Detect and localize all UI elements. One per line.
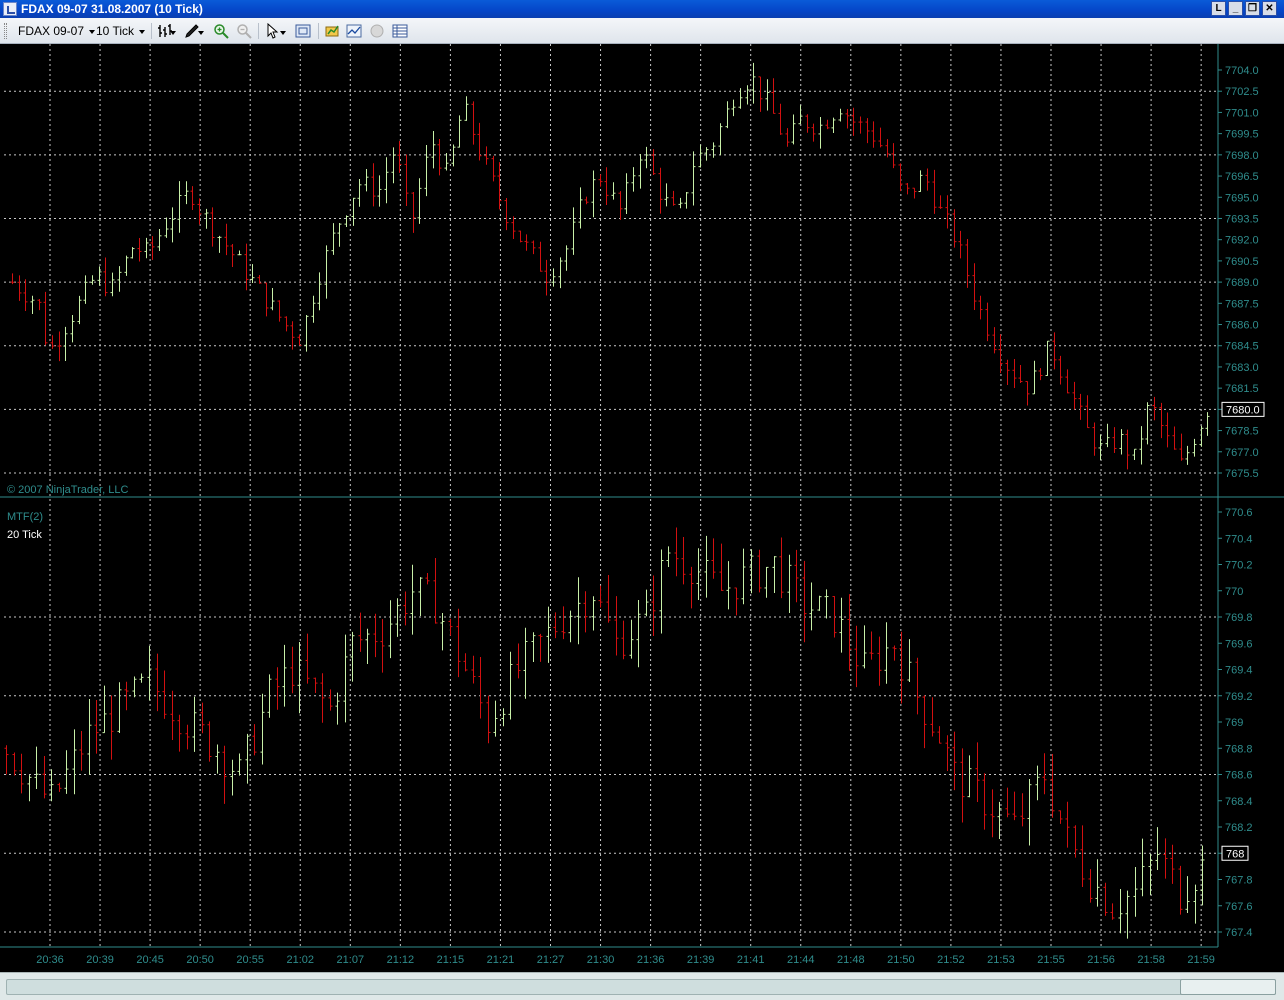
x-tick-label: 21:55: [1037, 954, 1065, 966]
restore-button[interactable]: ❐: [1245, 1, 1260, 16]
snapshot-icon[interactable]: [295, 23, 311, 39]
last-value-label: 768: [1226, 848, 1244, 860]
toolbar-divider: [258, 23, 259, 39]
y-tick-label: 770.6: [1225, 507, 1253, 519]
last-price-label: 7680.0: [1226, 404, 1260, 416]
instrument-selector[interactable]: FDAX 09-07: [18, 22, 96, 40]
x-tick-label: 20:36: [36, 954, 64, 966]
close-button[interactable]: ✕: [1262, 1, 1277, 16]
x-tick-label: 21:27: [537, 954, 565, 966]
instrument-label: FDAX 09-07: [18, 24, 85, 38]
y-tick-label: 770.2: [1225, 560, 1253, 572]
chart-toolbar: FDAX 09-07 10 Tick: [0, 18, 1284, 44]
chevron-down-icon[interactable]: [170, 31, 176, 35]
x-tick-label: 20:39: [86, 954, 114, 966]
toolbar-divider: [151, 23, 152, 39]
horizontal-scrollbar[interactable]: [0, 972, 1284, 1000]
chevron-down-icon[interactable]: [198, 31, 204, 35]
y-tick-label: 7704.0: [1225, 65, 1259, 77]
x-tick-label: 21:48: [837, 954, 865, 966]
y-tick-label: 7678.5: [1225, 426, 1259, 438]
y-tick-label: 767.8: [1225, 875, 1253, 887]
y-tick-label: 767.4: [1225, 927, 1253, 939]
y-tick-label: 770.4: [1225, 533, 1253, 545]
y-tick-label: 7702.5: [1225, 86, 1259, 98]
chart-background: [0, 44, 1284, 972]
y-tick-label: 7698.0: [1225, 150, 1259, 162]
chart-window: FDAX 09-07 31.08.2007 (10 Tick) L _ ❐ ✕ …: [0, 0, 1284, 1000]
indicator-period: 20 Tick: [7, 529, 42, 541]
title-bar[interactable]: FDAX 09-07 31.08.2007 (10 Tick) L _ ❐ ✕: [0, 0, 1284, 18]
link-button[interactable]: L: [1211, 1, 1226, 16]
interval-label: 10 Tick: [96, 24, 135, 38]
x-tick-label: 21:52: [937, 954, 965, 966]
x-tick-label: 21:39: [687, 954, 715, 966]
instrument-icon[interactable]: [324, 23, 340, 39]
copyright-text: © 2007 NinjaTrader, LLC: [7, 484, 128, 496]
y-tick-label: 7686.0: [1225, 320, 1259, 332]
y-tick-label: 7684.5: [1225, 341, 1259, 353]
scroll-track[interactable]: [6, 979, 1276, 995]
y-tick-label: 767.6: [1225, 901, 1253, 913]
x-tick-label: 21:21: [487, 954, 515, 966]
app-icon: [3, 2, 17, 16]
x-tick-label: 21:41: [737, 954, 765, 966]
y-tick-label: 769.2: [1225, 691, 1253, 703]
data-box-icon[interactable]: [392, 23, 408, 39]
chevron-down-icon: [139, 29, 146, 34]
x-tick-label: 20:55: [236, 954, 264, 966]
y-tick-label: 7681.5: [1225, 383, 1259, 395]
y-tick-label: 768.6: [1225, 770, 1253, 782]
window-title: FDAX 09-07 31.08.2007 (10 Tick): [21, 2, 203, 16]
pointer-icon[interactable]: [265, 23, 281, 39]
x-tick-label: 21:58: [1137, 954, 1165, 966]
indicator-label: MTF(2): [7, 511, 43, 523]
chevron-down-icon: [89, 29, 96, 34]
y-tick-label: 7690.5: [1225, 256, 1259, 268]
y-tick-label: 769: [1225, 717, 1243, 729]
y-tick-label: 7689.0: [1225, 277, 1259, 289]
y-tick-label: 768.2: [1225, 822, 1253, 834]
interval-selector[interactable]: 10 Tick: [96, 22, 146, 40]
chevron-down-icon[interactable]: [280, 31, 286, 35]
x-tick-label: 21:30: [587, 954, 615, 966]
x-tick-label: 21:07: [337, 954, 365, 966]
x-tick-label: 20:50: [186, 954, 214, 966]
y-tick-label: 7683.0: [1225, 362, 1259, 374]
y-tick-label: 7677.0: [1225, 447, 1259, 459]
y-tick-label: 769.6: [1225, 638, 1253, 650]
y-tick-label: 768.4: [1225, 796, 1253, 808]
x-tick-label: 20:45: [136, 954, 164, 966]
y-tick-label: 769.4: [1225, 665, 1253, 677]
x-tick-label: 21:59: [1187, 954, 1215, 966]
x-tick-label: 21:36: [637, 954, 665, 966]
y-tick-label: 7693.5: [1225, 213, 1259, 225]
y-tick-label: 7695.0: [1225, 192, 1259, 204]
y-tick-label: 768.8: [1225, 743, 1253, 755]
x-tick-label: 21:53: [987, 954, 1015, 966]
y-tick-label: 769.8: [1225, 612, 1253, 624]
y-tick-label: 7687.5: [1225, 298, 1259, 310]
strategy-icon[interactable]: [369, 23, 385, 39]
x-tick-label: 21:50: [887, 954, 915, 966]
x-tick-label: 21:12: [387, 954, 415, 966]
x-tick-label: 21:44: [787, 954, 815, 966]
minimize-button[interactable]: _: [1228, 1, 1243, 16]
toolbar-divider: [318, 23, 319, 39]
x-tick-label: 21:02: [286, 954, 314, 966]
zoom-in-icon[interactable]: [213, 23, 229, 39]
x-tick-label: 21:15: [437, 954, 465, 966]
x-tick-label: 21:56: [1087, 954, 1115, 966]
y-tick-label: 7692.0: [1225, 235, 1259, 247]
y-tick-label: 7701.0: [1225, 107, 1259, 119]
y-tick-label: 7696.5: [1225, 171, 1259, 183]
y-tick-label: 7675.5: [1225, 468, 1259, 480]
y-tick-label: 770: [1225, 586, 1243, 598]
indicators-icon[interactable]: [346, 23, 362, 39]
toolbar-grip[interactable]: [4, 23, 7, 39]
price-chart[interactable]: 7704.0 7702.5 7701.0 7699.5 7698.0 7696.5 7695…: [0, 44, 1284, 972]
scroll-thumb[interactable]: [1180, 979, 1276, 995]
y-tick-label: 7699.5: [1225, 129, 1259, 141]
zoom-out-icon[interactable]: [236, 23, 252, 39]
